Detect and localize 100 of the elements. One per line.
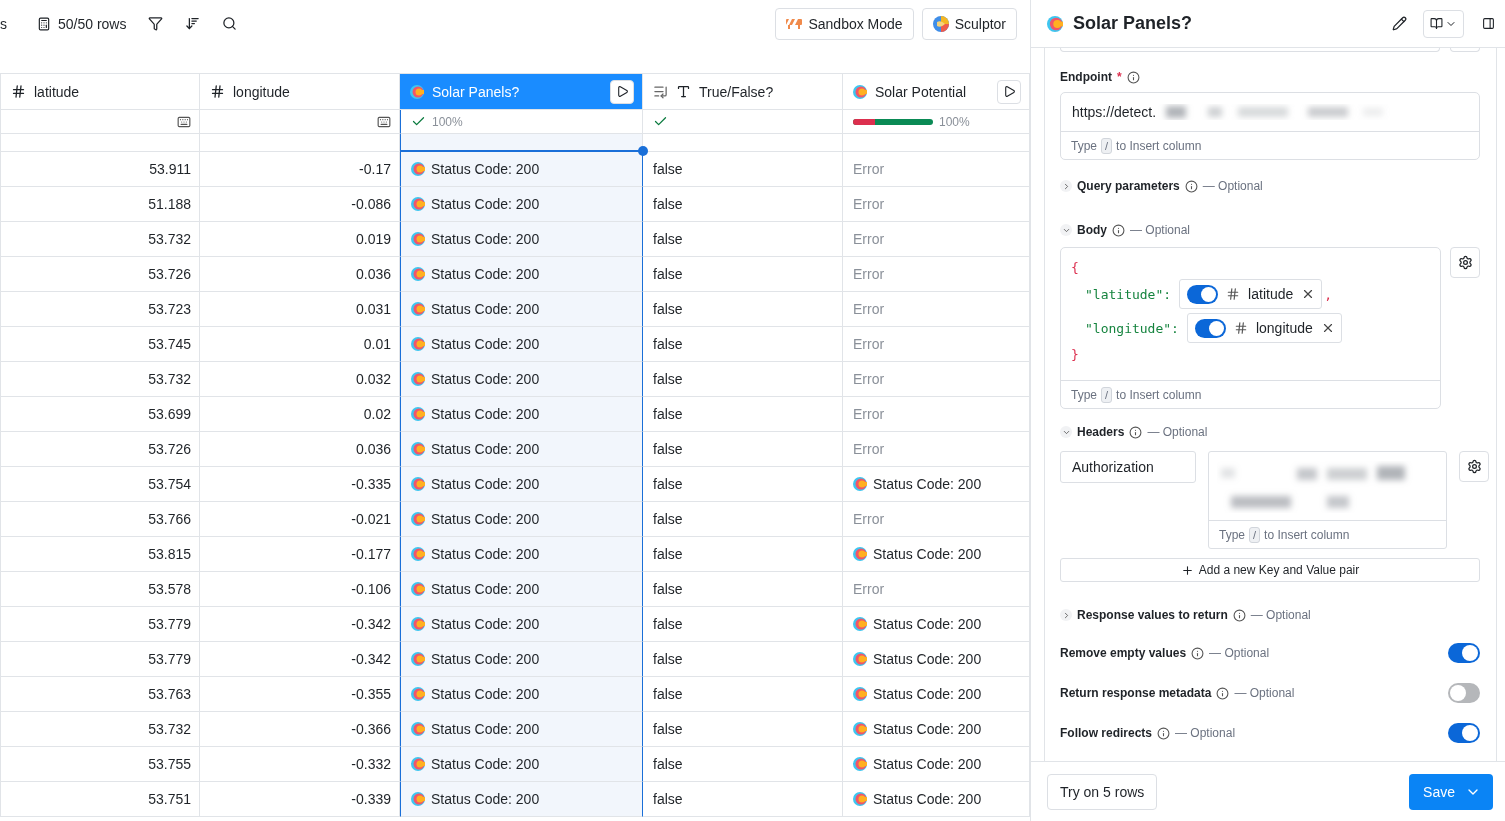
chevron-button[interactable] <box>1060 609 1072 621</box>
column-chip[interactable]: latitude <box>1179 279 1323 309</box>
table-cell: -0.332 <box>351 756 391 772</box>
logo-icon <box>853 477 867 491</box>
table-cell: false <box>653 511 683 527</box>
table-cell: Status Code: 200 <box>873 756 982 772</box>
toggle-switch[interactable] <box>1194 318 1226 338</box>
toggle-switch[interactable] <box>1448 683 1480 703</box>
optional-note: — Optional <box>1147 425 1208 439</box>
logo-icon <box>411 372 425 386</box>
table-cell: Status Code: 200 <box>431 406 540 422</box>
info-icon <box>1232 608 1246 622</box>
table-cell: 0.019 <box>355 231 391 247</box>
logo-icon <box>853 792 867 806</box>
column-header[interactable]: longitude <box>200 73 400 110</box>
sidebar-toggle-button[interactable] <box>1482 17 1495 30</box>
hash-icon <box>210 84 225 99</box>
table-cell: false <box>653 266 683 282</box>
table-cell: -0.366 <box>351 721 391 737</box>
table-cell: 53.763 <box>148 686 191 702</box>
hint-text: to Insert column <box>1116 387 1202 402</box>
chevron-button[interactable] <box>1060 426 1072 438</box>
table-cell: Status Code: 200 <box>431 791 540 807</box>
logo-icon <box>411 722 425 736</box>
table-cell: Status Code: 200 <box>431 651 540 667</box>
column-header[interactable]: Solar Potential <box>843 73 1030 110</box>
sculptor-icon <box>932 15 949 32</box>
table-cell: -0.021 <box>351 511 391 527</box>
add-pair-button[interactable]: Add a new Key and Value pair <box>1060 558 1480 582</box>
search-button[interactable] <box>222 16 238 31</box>
table-cell: Status Code: 200 <box>873 546 982 562</box>
info-icon <box>1112 223 1125 237</box>
toggle-switch[interactable] <box>1448 723 1480 743</box>
run-button[interactable] <box>997 79 1021 104</box>
table-cell: Error <box>853 371 885 387</box>
header-value-field[interactable]: Type / to Insert column <box>1208 451 1447 549</box>
endpoint-field[interactable]: https://detect. Type / to Insert column <box>1060 92 1480 160</box>
table-cell: 53.779 <box>148 616 191 632</box>
sort-icon <box>185 16 201 31</box>
text-icon <box>676 84 691 99</box>
chevron-button[interactable] <box>1060 224 1072 236</box>
table-cell: false <box>653 231 683 247</box>
table-cell: Error <box>853 161 885 177</box>
table-cell: -0.177 <box>351 546 391 562</box>
table-cell: false <box>653 651 683 667</box>
table-cell: Status Code: 200 <box>431 756 540 772</box>
pencil-icon <box>1392 16 1407 31</box>
table-cell: 0.01 <box>363 336 391 352</box>
plus-icon <box>1180 563 1194 577</box>
table-cell: -0.086 <box>351 196 391 212</box>
info-icon <box>1126 70 1140 84</box>
table-cell: false <box>653 301 683 317</box>
logo-icon <box>411 162 425 176</box>
calculator-icon <box>37 16 51 31</box>
settings-button[interactable] <box>1450 247 1480 278</box>
code-brace: } <box>1071 347 1080 362</box>
row-count: 50/50 rows <box>58 15 127 32</box>
column-chip[interactable]: longitude <box>1186 313 1342 343</box>
table-cell: Status Code: 200 <box>431 511 540 527</box>
sculptor-button[interactable]: Sculptor <box>921 7 1017 40</box>
table-cell: Status Code: 200 <box>431 721 540 737</box>
play-icon <box>1002 85 1016 98</box>
sort-button[interactable] <box>185 16 201 31</box>
edit-button[interactable] <box>1392 16 1407 31</box>
settings-button[interactable] <box>1459 451 1489 482</box>
chevron-button[interactable] <box>1060 180 1072 192</box>
toggle-switch[interactable] <box>1187 284 1219 304</box>
json-key: "longitude": <box>1085 320 1179 336</box>
table-cell: 51.188 <box>148 196 191 212</box>
table-cell: Error <box>853 406 885 422</box>
table-cell: Status Code: 200 <box>431 371 540 387</box>
column-header[interactable]: True/False? <box>643 73 843 110</box>
try-rows-button[interactable]: Try on 5 rows <box>1047 773 1158 810</box>
body-editor[interactable]: { "latitude": latitude , "longitude": longitude } Type / to Insert column <box>1060 247 1441 409</box>
table-cell: false <box>653 721 683 737</box>
list-arrow-icon <box>653 84 668 99</box>
docs-dropdown[interactable] <box>1423 9 1464 38</box>
run-button[interactable] <box>610 79 634 104</box>
sandbox-mode-button[interactable]: Sandbox Mode <box>775 7 914 40</box>
header-key-field[interactable]: Authorization <box>1060 451 1196 483</box>
save-button[interactable]: Save <box>1409 773 1493 810</box>
percent-label: 100% <box>939 114 970 129</box>
book-icon <box>1430 17 1443 30</box>
hint-text: Type <box>1071 387 1097 402</box>
toggle-switch[interactable] <box>1448 643 1480 663</box>
table-cell: 53.732 <box>148 231 191 247</box>
info-icon <box>1129 425 1143 439</box>
search-icon <box>222 16 238 31</box>
table-cell: 53.726 <box>148 266 191 282</box>
hash-icon <box>1226 287 1241 301</box>
logo-icon <box>410 84 424 99</box>
table-cell: 0.036 <box>355 266 391 282</box>
table-cell: 53.745 <box>148 336 191 352</box>
key-chip: / <box>1101 386 1113 403</box>
column-header[interactable]: latitude <box>0 73 200 110</box>
settings-icon <box>1457 255 1473 270</box>
table-cell: 53.578 <box>148 581 191 597</box>
json-key: "latitude": <box>1085 286 1172 302</box>
table-cell: false <box>653 791 683 807</box>
filter-button[interactable] <box>148 16 164 31</box>
